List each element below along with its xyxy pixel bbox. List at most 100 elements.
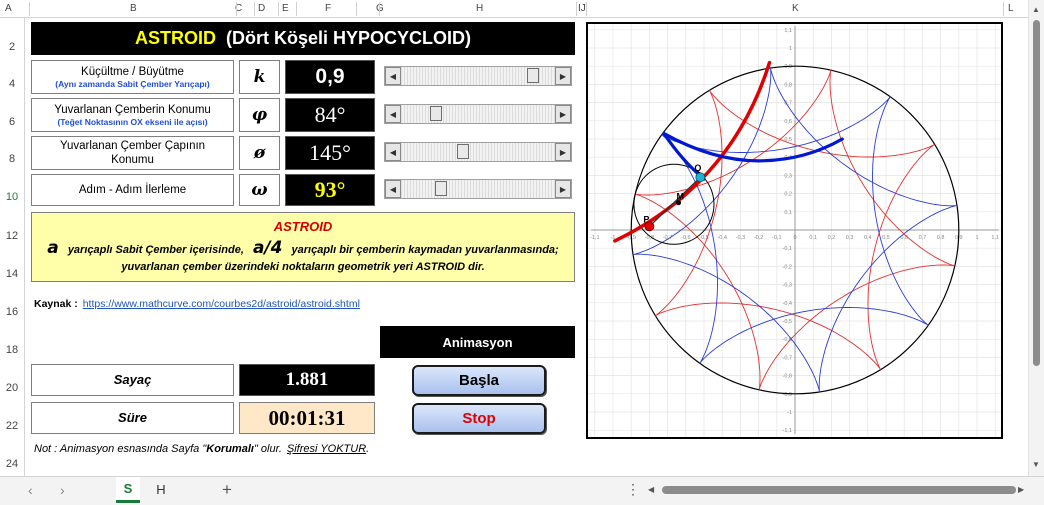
row-num[interactable]: 24	[0, 458, 24, 470]
slider-omega[interactable]: ◀ ▶	[384, 179, 572, 199]
y-tick-label: -0,3	[783, 283, 792, 289]
symbol-omega: ω	[239, 174, 280, 206]
y-tick-label: 0,8	[784, 82, 792, 88]
y-tick-label: 0,3	[784, 173, 792, 179]
slider-track[interactable]	[401, 180, 555, 198]
row-num[interactable]: 14	[0, 268, 24, 280]
y-tick-label: -1,1	[783, 428, 792, 434]
label-scale-text: Küçültme / Büyütme	[81, 66, 184, 78]
row-num[interactable]: 16	[0, 306, 24, 318]
slider-k[interactable]: ◀ ▶	[384, 66, 572, 86]
note-prefix: Not : Animasyon esnasında Sayfa "	[34, 443, 207, 455]
label-p: P	[643, 214, 649, 224]
slider-o[interactable]: ◀ ▶	[384, 142, 572, 162]
col-b[interactable]: B	[130, 3, 137, 14]
source-link[interactable]: https://www.mathcurve.com/courbes2d/astr…	[83, 298, 360, 310]
hscroll-thumb[interactable]	[662, 486, 1016, 494]
astroid-plot-svg: -1,1-1,1-1-1-0,9-0,9-0,8-0,8-0,7-0,7-0,6…	[588, 24, 1001, 437]
label-q: Q	[694, 163, 701, 173]
trace-blue	[662, 131, 844, 163]
row-num[interactable]: 10	[0, 191, 24, 203]
row-num[interactable]: 22	[0, 420, 24, 432]
row-num[interactable]: 20	[0, 382, 24, 394]
x-tick-label: -1,1	[590, 235, 599, 241]
tab-h[interactable]: H	[146, 477, 176, 503]
col-e[interactable]: E	[282, 3, 289, 14]
symbol-o: ø	[239, 136, 280, 170]
slider-phi[interactable]: ◀ ▶	[384, 104, 572, 124]
row-num[interactable]: 6	[0, 116, 24, 128]
note-bold: Korumalı	[206, 443, 254, 455]
slider-thumb[interactable]	[456, 144, 469, 159]
y-tick-label: -0,5	[783, 319, 792, 325]
col-a[interactable]: A	[5, 3, 12, 14]
label-diameter-text: Yuvarlanan Çember Çapının Konumu	[59, 140, 206, 166]
col-d[interactable]: D	[258, 3, 265, 14]
sheet-tab-bar: ‹ › S H + ⋮ ◀ ▶	[0, 476, 1044, 505]
vertical-scrollbar[interactable]: ▲ ▼	[1028, 0, 1044, 476]
scroll-up-icon[interactable]: ▲	[1032, 5, 1040, 14]
time-value: 00:01:31	[239, 402, 375, 434]
col-f[interactable]: F	[325, 3, 331, 14]
next-sheet-icon[interactable]: ›	[60, 482, 65, 498]
prev-sheet-icon[interactable]: ‹	[28, 482, 33, 498]
add-sheet-icon[interactable]: +	[222, 480, 232, 500]
x-tick-label: 0,7	[919, 235, 927, 241]
scroll-down-icon[interactable]: ▼	[1032, 460, 1040, 469]
y-tick-label: 0,9	[784, 64, 792, 70]
col-l[interactable]: L	[1008, 3, 1014, 14]
slider-right-arrow-icon[interactable]: ▶	[555, 180, 571, 198]
stop-button[interactable]: Stop	[412, 403, 546, 434]
start-button[interactable]: Başla	[412, 365, 546, 396]
slider-right-arrow-icon[interactable]: ▶	[555, 105, 571, 123]
source-label: Kaynak :	[34, 298, 78, 310]
x-tick-label: -0,7	[663, 235, 672, 241]
slider-track[interactable]	[401, 105, 555, 123]
y-tick-label: -0,4	[783, 301, 792, 307]
x-tick-label: 1	[975, 235, 978, 241]
slider-left-arrow-icon[interactable]: ◀	[385, 180, 401, 198]
note-suffix: .	[366, 443, 370, 455]
slider-left-arrow-icon[interactable]: ◀	[385, 67, 401, 85]
x-tick-label: 0,4	[864, 235, 872, 241]
title-main: ASTROID	[134, 28, 216, 48]
slider-thumb[interactable]	[527, 68, 540, 83]
x-tick-label: 0,8	[937, 235, 945, 241]
y-tick-label: 0,5	[784, 137, 792, 143]
hscroll-left-icon[interactable]: ◀	[648, 485, 654, 494]
value-o: 145°	[285, 136, 375, 170]
slider-thumb[interactable]	[430, 106, 443, 121]
col-ij[interactable]: IJ	[578, 3, 586, 14]
col-h[interactable]: H	[476, 3, 483, 14]
slider-left-arrow-icon[interactable]: ◀	[385, 105, 401, 123]
y-tick-label: -0,2	[783, 264, 792, 270]
y-tick-label: 1	[789, 46, 792, 52]
value-k: 0,9	[285, 60, 375, 94]
row-num[interactable]: 8	[0, 153, 24, 165]
col-k[interactable]: K	[792, 3, 799, 14]
more-options-icon[interactable]: ⋮	[626, 481, 640, 498]
slider-right-arrow-icon[interactable]: ▶	[555, 143, 571, 161]
astroid-plot[interactable]: -1,1 -1,1 -1 -1 -0,9 -0,9 -0,8 -0,8 -0,7 -0,7 -0,6…	[586, 22, 1003, 439]
slider-right-arrow-icon[interactable]: ▶	[555, 67, 571, 85]
info-line2: yuvarlanan çember üzerindeki noktaların …	[121, 261, 485, 273]
slider-thumb[interactable]	[435, 181, 448, 196]
hscroll-right-icon[interactable]: ▶	[1018, 485, 1024, 494]
row-num[interactable]: 18	[0, 344, 24, 356]
tab-s[interactable]: S	[116, 477, 140, 503]
row-num[interactable]: 4	[0, 78, 24, 90]
scroll-thumb[interactable]	[1033, 20, 1040, 366]
slider-track[interactable]	[401, 67, 555, 85]
label-scale: Küçültme / Büyütme (Aynı zamanda Sabit Ç…	[31, 60, 234, 94]
info-line1-mid: yarıçaplı Sabit Çember içerisinde,	[67, 244, 244, 256]
info-line1: a yarıçaplı Sabit Çember içerisinde, a/4…	[32, 238, 574, 258]
slider-left-arrow-icon[interactable]: ◀	[385, 143, 401, 161]
slider-track[interactable]	[401, 143, 555, 161]
label-position: Yuvarlanan Çemberin Konumu (Teğet Noktas…	[31, 98, 234, 132]
symbol-k: k	[239, 60, 280, 94]
y-tick-label: -0,7	[783, 355, 792, 361]
x-tick-label: -0,6	[681, 235, 690, 241]
row-num[interactable]: 12	[0, 230, 24, 242]
row-num[interactable]: 2	[0, 41, 24, 53]
x-tick-label: 1,1	[991, 235, 999, 241]
